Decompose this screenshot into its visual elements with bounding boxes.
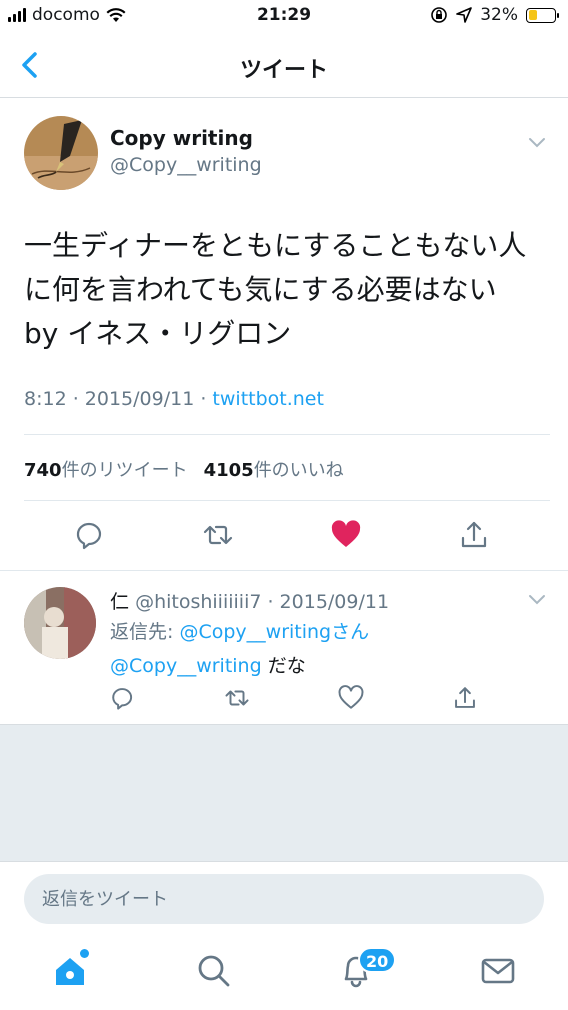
reply-to-prefix: 返信先: (110, 621, 180, 643)
battery-icon (526, 7, 559, 23)
nav-bar: ツイート (0, 34, 568, 98)
reply-input[interactable] (24, 874, 544, 924)
reply-composer (0, 861, 568, 937)
status-right: 32% (430, 5, 559, 25)
empty-feed-area (0, 724, 568, 861)
tweet-actions (0, 516, 568, 556)
retweet-icon[interactable] (202, 519, 234, 551)
reply-header: 仁 @hitoshiiiiiii7 · 2015/09/11 (110, 587, 389, 614)
reply-mention[interactable]: @Copy__writing (110, 655, 262, 677)
reply-author-name[interactable]: 仁 (110, 591, 129, 613)
reply-handle-date[interactable]: @hitoshiiiiiii7 · 2015/09/11 (135, 591, 389, 613)
author-name[interactable]: Copy writing (110, 126, 253, 150)
search-icon[interactable] (196, 953, 232, 989)
battery-percent: 32% (480, 5, 518, 25)
home-unread-dot (80, 949, 89, 958)
retweet-stat[interactable]: 740件のリツイート (24, 456, 188, 482)
retweet-count: 740 (24, 460, 62, 481)
reply-to-line: 返信先: @Copy__writingさん (110, 617, 369, 644)
tweet-timestamp: 8:12 · 2015/09/11 · (24, 388, 213, 410)
status-bar: docomo 21:29 32% (0, 0, 568, 34)
retweet-icon[interactable] (224, 685, 250, 711)
messages-icon[interactable] (480, 953, 516, 989)
orientation-lock-icon (431, 7, 448, 23)
reply-icon[interactable] (74, 519, 106, 551)
like-stat[interactable]: 4105件のいいね (204, 456, 344, 482)
share-icon[interactable] (458, 519, 490, 551)
caret-down-icon[interactable] (528, 136, 546, 148)
divider (24, 434, 550, 435)
notification-badge: 20 (358, 947, 397, 973)
tweet-meta: 8:12 · 2015/09/11 · twittbot.net (24, 388, 324, 410)
fountain-pen-avatar-icon (24, 116, 98, 190)
like-count: 4105 (203, 460, 254, 481)
like-heart-icon[interactable] (330, 519, 362, 551)
tweet-source-link[interactable]: twittbot.net (212, 388, 324, 410)
retweet-label: 件のリツイート (61, 460, 188, 481)
avatar[interactable] (24, 587, 96, 659)
location-icon (456, 7, 473, 23)
reply-text: @Copy__writing だな (110, 651, 306, 678)
page-title: ツイート (239, 58, 328, 83)
reply-user-avatar-icon (24, 587, 96, 659)
caret-down-icon[interactable] (528, 593, 546, 605)
reply-icon[interactable] (110, 685, 136, 711)
like-icon[interactable] (338, 685, 364, 711)
avatar[interactable] (24, 116, 98, 190)
tab-bar: 20 (0, 937, 568, 1010)
share-icon[interactable] (452, 685, 478, 711)
like-label: 件のいいね (253, 460, 344, 481)
reply-tweet[interactable]: 仁 @hitoshiiiiiii7 · 2015/09/11 返信先: @Cop… (0, 570, 568, 724)
tweet-text: 一生ディナーをともにすることもない人に何を言われても気にする必要はない by イ… (24, 229, 527, 350)
reply-to-handle[interactable]: @Copy__writingさん (179, 621, 369, 643)
divider (24, 500, 550, 501)
author-handle[interactable]: @Copy__writing (110, 154, 262, 176)
tweet-stats: 740件のリツイート 4105件のいいね (24, 456, 344, 482)
reply-body: だな (261, 655, 306, 677)
home-icon[interactable] (52, 953, 88, 989)
